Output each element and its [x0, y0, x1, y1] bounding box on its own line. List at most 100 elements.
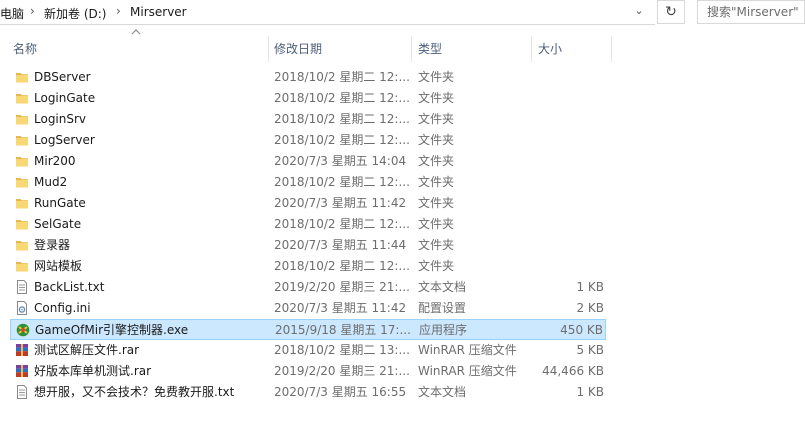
file-name: 网站模板: [34, 259, 83, 273]
file-size: 5 KB: [576, 343, 604, 357]
file-type: 配置设置: [418, 301, 467, 315]
breadcrumb-separator-icon[interactable]: ›: [30, 4, 35, 18]
file-name: Mir200: [34, 154, 76, 168]
breadcrumb-separator-icon[interactable]: ›: [116, 4, 121, 18]
folder-icon: [15, 259, 29, 273]
column-header-name[interactable]: 名称: [13, 36, 37, 62]
file-row[interactable]: LoginSrv 2018/10/2 星期二 12:... 文件夹: [10, 109, 606, 130]
folder-icon: [15, 196, 29, 210]
file-date: 2018/10/2 星期二 12:...: [274, 91, 410, 105]
file-type: 文件夹: [418, 112, 455, 126]
file-name: LoginSrv: [34, 112, 87, 126]
file-size: 1 KB: [576, 385, 604, 399]
folder-icon: [15, 91, 29, 105]
file-row[interactable]: 好版本库单机测试.rar 2019/2/20 星期三 21:... WinRAR 压…: [10, 361, 606, 382]
file-row[interactable]: Mir200 2020/7/3 星期五 14:04 文件夹: [10, 151, 606, 172]
file-type: WinRAR 压缩文件: [418, 343, 517, 357]
file-name: GameOfMir引擎控制器.exe: [35, 323, 189, 337]
file-row[interactable]: 登录器 2020/7/3 星期五 11:44 文件夹: [10, 235, 606, 256]
file-row[interactable]: GameOfMir引擎控制器.exe 2015/9/18 星期五 17:... 应用…: [10, 319, 606, 340]
file-date: 2018/10/2 星期二 12:...: [274, 112, 410, 126]
file-name: 测试区解压文件.rar: [34, 343, 140, 357]
column-divider[interactable]: [611, 36, 612, 62]
file-date: 2018/10/2 星期二 13:...: [274, 343, 410, 357]
file-type: 文件夹: [418, 217, 455, 231]
file-row[interactable]: SelGate 2018/10/2 星期二 12:... 文件夹: [10, 214, 606, 235]
folder-icon: [15, 238, 29, 252]
file-type: 文件夹: [418, 259, 455, 273]
file-row[interactable]: 想开服，又不会技术？免费教开服.txt 2020/7/3 星期五 16:55 文本文…: [10, 382, 606, 403]
column-header-type[interactable]: 类型: [418, 36, 442, 62]
file-type: 文本文档: [418, 385, 467, 399]
file-size: 2 KB: [576, 301, 604, 315]
file-date: 2020/7/3 星期五 11:44: [274, 238, 407, 252]
file-name: RunGate: [34, 196, 86, 210]
file-row[interactable]: 测试区解压文件.rar 2018/10/2 星期二 13:... WinRAR 压缩…: [10, 340, 606, 361]
file-row[interactable]: DBServer 2018/10/2 星期二 12:... 文件夹: [10, 67, 606, 88]
file-row[interactable]: 网站模板 2018/10/2 星期二 12:... 文件夹: [10, 256, 606, 277]
file-size: 44,466 KB: [542, 364, 604, 378]
file-type: 应用程序: [419, 323, 468, 337]
file-name: 想开服，又不会技术？免费教开服.txt: [34, 385, 235, 399]
file-type: 文件夹: [418, 154, 455, 168]
file-type: 文件夹: [418, 70, 455, 84]
file-date: 2015/9/18 星期五 17:...: [275, 323, 411, 337]
column-divider[interactable]: [268, 36, 269, 62]
column-divider[interactable]: [411, 36, 412, 62]
file-type: 文件夹: [418, 238, 455, 252]
file-name: BackList.txt: [34, 280, 105, 294]
file-type: WinRAR 压缩文件: [418, 364, 517, 378]
folder-icon: [15, 112, 29, 126]
text-file-icon: [15, 385, 29, 399]
rar-icon: [15, 364, 29, 378]
file-name: Mud2: [34, 175, 68, 189]
column-header-size[interactable]: 大小: [538, 36, 562, 62]
file-type: 文本文档: [418, 280, 467, 294]
file-row[interactable]: Mud2 2018/10/2 星期二 12:... 文件夹: [10, 172, 606, 193]
file-date: 2018/10/2 星期二 12:...: [274, 133, 410, 147]
breadcrumb-drive-d[interactable]: 新加卷 (D:): [44, 5, 106, 22]
file-name: LogServer: [34, 133, 95, 147]
search-placeholder: 搜索"Mirserver": [707, 5, 799, 19]
file-row[interactable]: LoginGate 2018/10/2 星期二 12:... 文件夹: [10, 88, 606, 109]
text-file-icon: [15, 280, 29, 294]
file-date: 2019/2/20 星期三 21:...: [274, 364, 410, 378]
search-input[interactable]: 搜索"Mirserver": [697, 0, 805, 24]
file-date: 2020/7/3 星期五 11:42: [274, 301, 407, 315]
file-name: 登录器: [34, 238, 71, 252]
column-header-date[interactable]: 修改日期: [274, 36, 322, 62]
rar-icon: [15, 343, 29, 357]
file-date: 2018/10/2 星期二 12:...: [274, 217, 410, 231]
file-date: 2020/7/3 星期五 11:42: [274, 196, 407, 210]
refresh-icon: ↻: [665, 4, 677, 20]
config-file-icon: [15, 301, 29, 315]
breadcrumb-this-pc[interactable]: 电脑: [0, 5, 24, 22]
folder-icon: [15, 217, 29, 231]
file-date: 2019/2/20 星期三 21:...: [274, 280, 410, 294]
folder-icon: [15, 175, 29, 189]
folder-icon: [15, 70, 29, 84]
file-date: 2020/7/3 星期五 14:04: [274, 154, 407, 168]
address-bar: 电脑 › 新加卷 (D:) › Mirserver ⌄ ↻ 搜索"Mirserv…: [0, 0, 805, 27]
folder-icon: [15, 133, 29, 147]
file-type: 文件夹: [418, 133, 455, 147]
sort-ascending-icon: [131, 29, 141, 35]
file-name: DBServer: [34, 70, 91, 84]
file-row[interactable]: BackList.txt 2019/2/20 星期三 21:... 文本文档 1 KB: [10, 277, 606, 298]
file-name: 好版本库单机测试.rar: [34, 364, 152, 378]
file-row[interactable]: Config.ini 2020/7/3 星期五 11:42 配置设置 2 KB: [10, 298, 606, 319]
file-type: 文件夹: [418, 175, 455, 189]
breadcrumb-mirserver[interactable]: Mirserver: [130, 5, 187, 19]
address-dropdown-icon[interactable]: ⌄: [632, 4, 646, 18]
file-date: 2018/10/2 星期二 12:...: [274, 259, 410, 273]
breadcrumb[interactable]: 电脑 › 新加卷 (D:) › Mirserver ⌄: [0, 0, 655, 25]
file-size: 1 KB: [576, 280, 604, 294]
file-type: 文件夹: [418, 196, 455, 210]
file-row[interactable]: LogServer 2018/10/2 星期二 12:... 文件夹: [10, 130, 606, 151]
column-divider[interactable]: [531, 36, 532, 62]
file-type: 文件夹: [418, 91, 455, 105]
refresh-button[interactable]: ↻: [657, 0, 685, 24]
file-row[interactable]: RunGate 2020/7/3 星期五 11:42 文件夹: [10, 193, 606, 214]
file-name: LoginGate: [34, 91, 96, 105]
app-icon: [16, 323, 30, 337]
